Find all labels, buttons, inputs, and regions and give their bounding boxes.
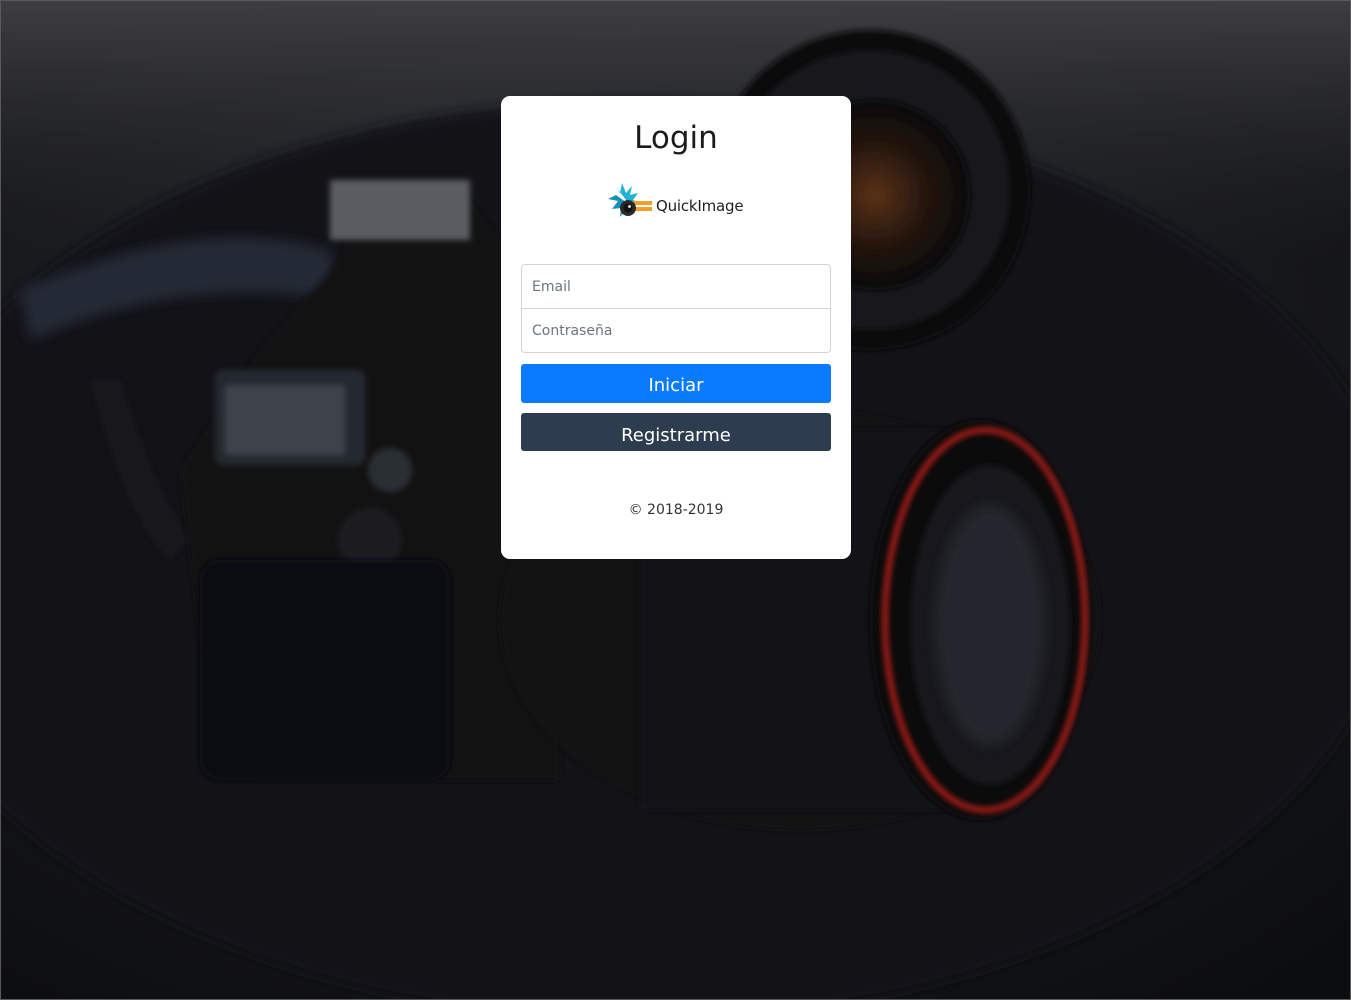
- password-field[interactable]: [521, 308, 831, 353]
- login-card: Login QuickImage Iniciar Registrarme © 2…: [501, 96, 851, 559]
- quickimage-logo: QuickImage: [606, 181, 746, 223]
- register-button[interactable]: Registrarme: [521, 413, 831, 451]
- login-form: Iniciar Registrarme: [521, 264, 831, 451]
- page-title: Login: [634, 120, 718, 156]
- login-page: Login QuickImage Iniciar Registrarme © 2…: [0, 0, 1351, 1000]
- logo-text: QuickImage: [656, 197, 744, 215]
- email-field[interactable]: [521, 264, 831, 309]
- copyright-text: © 2018-2019: [628, 502, 724, 518]
- camera-logo-icon: [608, 183, 652, 217]
- login-button[interactable]: Iniciar: [521, 364, 831, 403]
